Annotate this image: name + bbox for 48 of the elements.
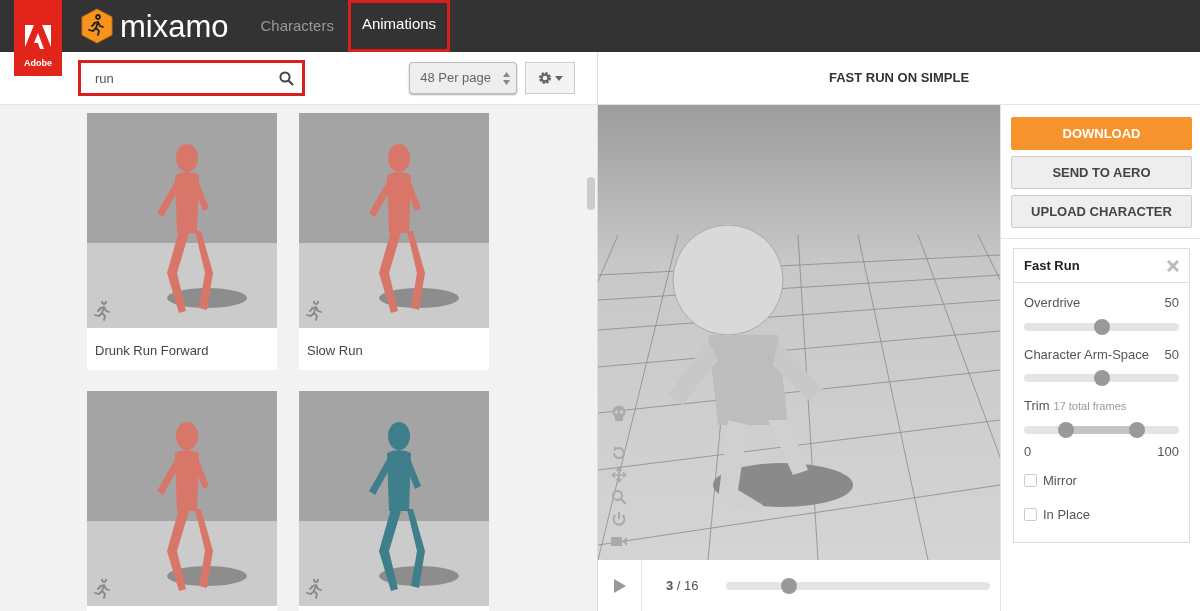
animation-card[interactable]: Drunk Run Forward (87, 113, 277, 370)
checkbox[interactable] (1024, 507, 1037, 521)
skull-icon[interactable] (611, 405, 627, 421)
slider-thumb[interactable] (1093, 318, 1110, 335)
action-button[interactable]: SEND TO AERO (1011, 156, 1192, 189)
search-icon[interactable] (279, 71, 294, 86)
slider-thumb[interactable] (1129, 421, 1146, 438)
per-page-select[interactable]: 48 Per page (409, 62, 517, 94)
play-icon (612, 577, 627, 594)
scrollbar-thumb[interactable] (587, 177, 595, 210)
brand-name: Adobe (24, 56, 52, 70)
sort-arrows-icon (503, 71, 510, 85)
slider-value: 50 (1164, 294, 1179, 312)
slider-label: Trim (1024, 398, 1050, 413)
caret-icon (554, 75, 563, 81)
close-button[interactable] (1167, 259, 1179, 272)
logo-wordmark: mixamo (120, 10, 229, 42)
settings-icon (537, 71, 552, 85)
checkbox-label: Mirror (1043, 472, 1077, 490)
slider-value: 50 (1164, 345, 1179, 364)
timeline-thumb[interactable] (781, 577, 798, 594)
settings-title: Fast Run (1024, 256, 1080, 275)
slider-thumb[interactable] (1057, 421, 1074, 438)
power-icon[interactable] (611, 511, 627, 527)
checkbox-label: In Place (1043, 505, 1090, 524)
undo-icon[interactable] (611, 445, 627, 461)
adobe-mark-icon (25, 24, 51, 49)
animation-name: Slow Run (306, 342, 364, 360)
range-min: 0 (1024, 442, 1032, 461)
search-field[interactable]: run (78, 60, 305, 96)
zoom-icon[interactable] (611, 489, 627, 505)
settings-dropdown-button[interactable] (525, 62, 575, 94)
animation-name: Drunk Run Forward (94, 342, 210, 360)
nav-tab[interactable]: Animations (347, 0, 451, 52)
close-icon (1167, 259, 1179, 272)
animation-card[interactable]: Slow Run (299, 113, 489, 370)
checkbox[interactable] (1024, 474, 1037, 488)
frame-counter: 3 / 16 (666, 576, 700, 595)
range-max: 100 (1157, 442, 1179, 461)
frames-note: 17 total frames (1053, 400, 1127, 412)
slider-label: Overdrive (1024, 295, 1081, 310)
slider-label: Character Arm-Space (1024, 346, 1149, 362)
action-button[interactable]: UPLOAD CHARACTER (1011, 195, 1192, 228)
viewport[interactable] (598, 105, 1000, 560)
nav-tab[interactable]: Characters (246, 0, 348, 52)
slider-thumb[interactable] (1093, 370, 1110, 386)
runner-logo-icon (80, 8, 114, 44)
move-icon[interactable] (611, 467, 627, 483)
